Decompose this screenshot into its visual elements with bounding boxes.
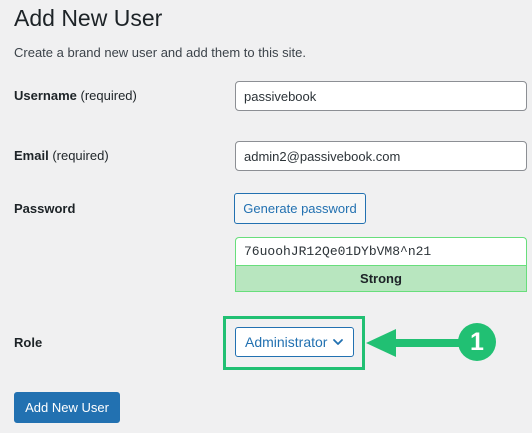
role-selected-value: Administrator	[245, 334, 328, 350]
chevron-down-icon	[333, 339, 343, 345]
email-label: Email (required)	[14, 147, 109, 165]
username-label: Username (required)	[14, 87, 137, 105]
username-required-note: (required)	[80, 88, 137, 103]
arrow-left-icon	[366, 329, 460, 357]
role-select[interactable]: Administrator	[235, 327, 354, 357]
role-label: Role	[14, 335, 43, 350]
password-label: Password	[14, 201, 76, 216]
username-label-text: Username	[14, 88, 77, 103]
step-number-badge: 1	[458, 323, 496, 361]
password-strength-indicator: Strong	[235, 265, 527, 292]
generate-password-button[interactable]: Generate password	[234, 193, 366, 224]
email-label-text: Email	[14, 148, 49, 163]
username-input[interactable]	[235, 81, 527, 111]
page-description: Create a brand new user and add them to …	[14, 45, 306, 60]
page-title: Add New User	[14, 5, 163, 31]
email-required-note: (required)	[52, 148, 109, 163]
password-input[interactable]	[235, 237, 527, 265]
add-new-user-button[interactable]: Add New User	[14, 392, 120, 423]
email-input[interactable]	[235, 141, 527, 171]
